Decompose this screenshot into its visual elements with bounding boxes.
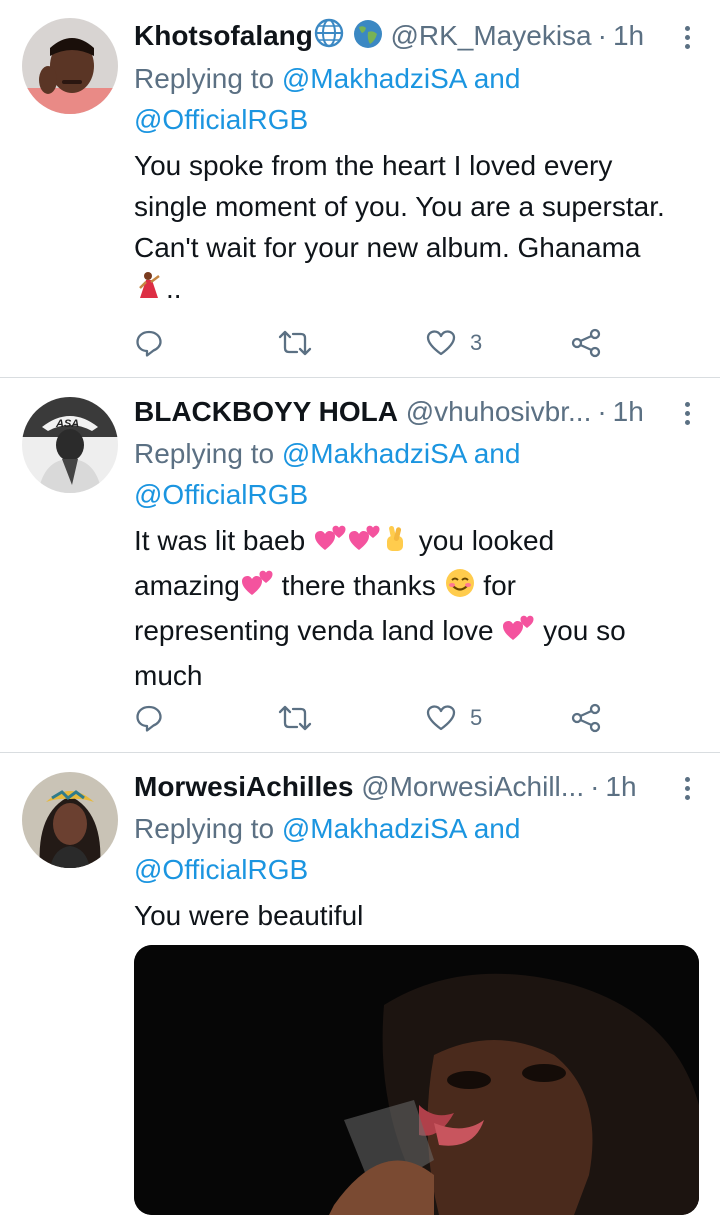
heart-icon [426,330,456,356]
smiling-face-emoji [444,567,476,610]
separator-dot: · [597,396,607,427]
separator-dot: · [590,771,600,802]
like-count: 5 [470,705,483,730]
reply-icon [136,330,162,357]
tweet-media-photo[interactable] [134,945,699,1215]
replying-to-label: Replying to [134,438,275,469]
tweet-text-segment: for [483,570,516,601]
tweet-text-segment: you looked [418,525,555,556]
display-name[interactable]: MorwesiAchilles [134,771,353,802]
two-hearts-emoji [313,524,347,565]
tweet-text-line: You were beautiful [134,900,364,931]
mention-link[interactable]: @OfficialRGB [134,854,308,885]
mention-link[interactable]: @OfficialRGB [134,104,308,135]
retweet-icon [278,330,312,356]
user-handle[interactable]: @RK_Mayekisa [390,20,591,51]
mention-and: and [473,813,521,844]
reply-button[interactable] [134,323,164,363]
tweet-text-line: You spoke from the heart I loved every [134,150,613,181]
tweet-text-segment: representing venda land love [134,615,494,646]
reply-icon [136,705,162,732]
like-count: 3 [470,330,483,355]
crossed-fingers-emoji [381,524,411,565]
tweet-text: You were beautiful [134,895,704,936]
like-button[interactable]: 5 [426,698,482,738]
avatar[interactable]: ASA [22,397,118,493]
tweet-text-line: representing venda land love you so [134,610,704,655]
mention-and: and [473,438,521,469]
mention-link[interactable]: @MakhadziSA [282,438,466,469]
two-hearts-emoji [240,569,274,610]
mention-link[interactable]: @MakhadziSA [282,63,466,94]
tweet-text-segment: amazing [134,570,240,601]
tweet-text-line: .. [134,268,704,313]
tweet-text-line: single moment of you. You are a supersta… [134,191,665,222]
dancer-emoji [134,270,166,313]
timestamp[interactable]: 1h [605,771,636,802]
like-button[interactable]: 3 [426,323,482,363]
tweet-text-line: much [134,660,203,691]
share-button[interactable] [570,323,602,363]
share-icon [571,328,601,358]
reply-button[interactable] [134,698,164,738]
heart-icon [426,705,456,731]
two-hearts-emoji [501,614,535,655]
replying-to-label: Replying to [134,63,275,94]
tweet-text-line: amazing there thanks for [134,565,704,610]
mention-link[interactable]: @MakhadziSA [282,813,466,844]
tweet-1[interactable]: Khotsofalang @RK_Mayekisa · 1h Replying to… [0,0,720,375]
separator-dot: · [597,20,607,51]
retweet-button[interactable] [277,698,313,738]
more-options-icon[interactable] [682,777,692,807]
avatar[interactable] [22,772,118,868]
tweet-text: It was lit baeb you looked amazing there… [134,520,704,696]
svg-text:ASA: ASA [55,418,79,430]
replying-to-label: Replying to [134,813,275,844]
replying-to: Replying to @MakhadziSA and @OfficialRGB [134,808,694,890]
two-hearts-emoji [347,524,381,565]
replying-to: Replying to @MakhadziSA and @OfficialRGB [134,433,694,515]
tweet-text-segment: It was lit baeb [134,525,306,556]
share-button[interactable] [570,698,602,738]
display-name[interactable]: BLACKBOYY HOLA [134,396,398,427]
tweet-text-segment: there thanks [281,570,436,601]
tweet-2[interactable]: ASA BLACKBOYY HOLA @vhuhosivbr... · 1h Rep… [0,378,720,751]
tweet-text-line: It was lit baeb you looked [134,520,704,565]
tweet-text: You spoke from the heart I loved every s… [134,145,704,313]
tweet-header: BLACKBOYY HOLA @vhuhosivbr... · 1h [134,392,694,432]
earth-icon [353,19,383,60]
more-options-icon[interactable] [682,402,692,432]
retweet-button[interactable] [277,323,313,363]
mention-and: and [473,63,521,94]
tweet-text-tail: .. [166,273,182,304]
user-handle[interactable]: @vhuhosivbr... [406,396,592,427]
timestamp[interactable]: 1h [613,20,644,51]
avatar[interactable] [22,18,118,114]
timestamp[interactable]: 1h [613,396,644,427]
display-name[interactable]: Khotsofalang [134,20,313,51]
globe-icon [313,17,345,60]
tweet-text-line: Can't wait for your new album. Ghanama [134,232,641,263]
tweet-header: Khotsofalang @RK_Mayekisa · 1h [134,16,694,56]
user-handle[interactable]: @MorwesiAchill... [361,771,584,802]
tweet-actions: 5 [134,698,604,738]
share-icon [571,703,601,733]
more-options-icon[interactable] [682,26,692,56]
replying-to: Replying to @MakhadziSA and @OfficialRGB [134,58,694,140]
retweet-icon [278,705,312,731]
mention-link[interactable]: @OfficialRGB [134,479,308,510]
tweet-text-segment: you so [543,615,626,646]
tweet-header: MorwesiAchilles @MorwesiAchill... · 1h [134,767,694,807]
tweet-actions: 3 [134,323,604,363]
